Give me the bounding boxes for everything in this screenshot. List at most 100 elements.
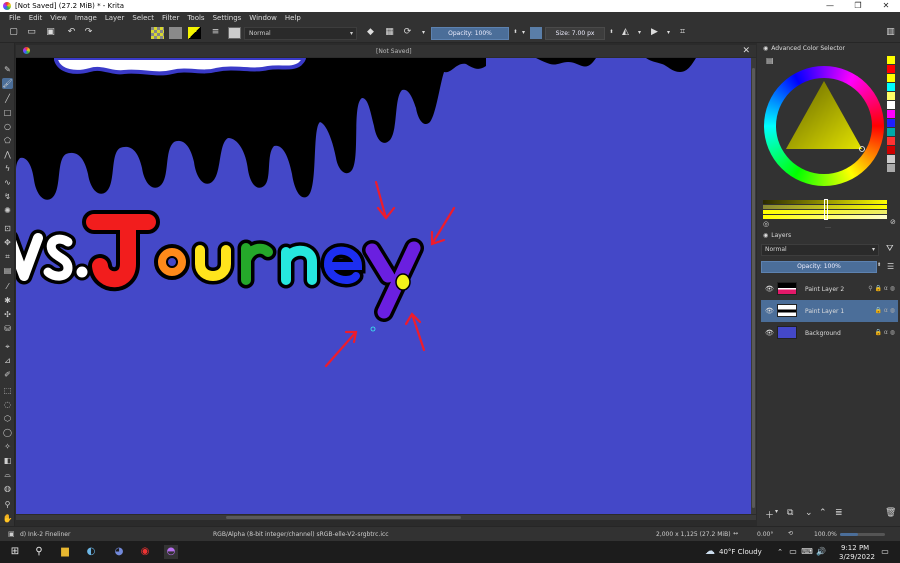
palette-swatch[interactable] — [887, 137, 895, 146]
palette-swatch[interactable] — [887, 83, 895, 92]
menu-tools[interactable]: Tools — [183, 14, 208, 22]
brush-preset-icon[interactable]: ▣ — [8, 530, 15, 538]
undo-icon[interactable]: ↶ — [66, 27, 77, 38]
fill-tool-icon[interactable]: ⛁ — [2, 323, 13, 334]
palette-swatch[interactable] — [887, 92, 895, 101]
layer-opacity-stepper-icon[interactable]: ⬍ — [877, 262, 881, 268]
similar-select-icon[interactable]: ◧ — [2, 455, 13, 466]
weather-cloud-icon[interactable]: ☁ — [703, 545, 717, 559]
color-reset-icon[interactable]: ◎ — [763, 220, 769, 228]
zoom-tool-icon[interactable]: ⚲ — [2, 499, 13, 510]
save-icon[interactable]: ▣ — [45, 27, 56, 38]
pattern-swatch[interactable] — [169, 27, 182, 39]
layers-lock-icon[interactable]: ◉ — [763, 232, 768, 239]
layer-row-paint-layer-1[interactable]: 👁 Paint Layer 1 🔒 α ◍ — [761, 300, 898, 322]
measure-tool-icon[interactable]: ⊿ — [2, 355, 13, 366]
palette-swatch[interactable] — [887, 101, 895, 110]
ellipse-tool-icon[interactable]: ○ — [2, 121, 13, 132]
bezier-tool-icon[interactable]: ϟ — [2, 163, 13, 174]
tray-app-icon[interactable]: ▭ — [786, 545, 800, 559]
workspace-chooser-icon[interactable]: ▥ — [885, 27, 896, 38]
hue-ring-triangle[interactable] — [763, 61, 885, 191]
layer-opacity-slider[interactable]: Opacity: 100% — [761, 261, 877, 273]
size-stepper-icon[interactable]: ⬍ — [606, 27, 617, 38]
polygon-select-icon[interactable]: ⬡ — [2, 413, 13, 424]
menu-window[interactable]: Window — [245, 14, 281, 22]
palette-swatch[interactable] — [887, 56, 895, 65]
ellipse-select-icon[interactable]: ◌ — [2, 399, 13, 410]
move-layer-down-icon[interactable]: ⌄ — [805, 508, 813, 518]
tray-overflow-icon[interactable]: ⌃ — [773, 545, 787, 559]
new-document-icon[interactable]: ▢ — [8, 27, 19, 38]
layer-flags-icons[interactable]: 🔒 α ◍ — [875, 307, 895, 314]
palette-swatch[interactable] — [887, 110, 895, 119]
chrome-icon[interactable]: ◉ — [138, 545, 152, 559]
palette-swatch[interactable] — [887, 155, 895, 164]
maximize-button[interactable]: ❐ — [844, 0, 872, 12]
gradient-tool-icon[interactable]: ▤ — [2, 265, 13, 276]
color-clear-icon[interactable]: ⊘ — [890, 218, 896, 226]
menu-edit[interactable]: Edit — [25, 14, 47, 22]
layer-filter-icon[interactable]: ⛛ — [886, 244, 894, 254]
reload-preset-icon[interactable]: ⟳ — [402, 27, 413, 38]
duplicate-layer-icon[interactable]: ⧉ — [787, 508, 793, 518]
clock-time[interactable]: 9:12 PM — [841, 544, 869, 552]
search-icon[interactable]: ⚲ — [32, 545, 46, 559]
fg-bg-color-swatch[interactable] — [188, 27, 201, 39]
palette-swatch[interactable] — [887, 128, 895, 137]
vertical-scroll-thumb[interactable] — [752, 68, 755, 508]
move-layer-up-icon[interactable]: ⌃ — [819, 508, 827, 518]
layer-flags-icons[interactable]: 🔒 α ◍ — [875, 329, 895, 336]
menu-view[interactable]: View — [46, 14, 71, 22]
layer-row-paint-layer-2[interactable]: 👁 Paint Layer 2 ⚲ 🔒 α ◍ — [761, 278, 898, 300]
panel-splitter-handle[interactable]: … — [825, 223, 831, 230]
smart-patch-icon[interactable]: ✣ — [2, 309, 13, 320]
krita-taskbar-icon[interactable]: ◓ — [164, 545, 178, 559]
menu-select[interactable]: Select — [128, 14, 158, 22]
volume-icon[interactable]: 🔊 — [814, 545, 828, 559]
close-document-icon[interactable]: ✕ — [742, 46, 750, 56]
open-document-icon[interactable]: ▭ — [26, 27, 37, 38]
reference-tool-icon[interactable]: ✐ — [2, 369, 13, 380]
canvas-horizontal-scrollbar[interactable] — [16, 515, 756, 520]
polyline-tool-icon[interactable]: ⋀ — [2, 149, 13, 160]
delete-layer-icon[interactable]: 🗑 — [885, 508, 896, 518]
assistant-tool-icon[interactable]: ⌖ — [2, 341, 13, 352]
pan-tool-icon[interactable]: ✋ — [2, 513, 13, 524]
steam-icon[interactable]: ◐ — [84, 545, 98, 559]
drawing-canvas[interactable] — [16, 58, 751, 514]
freehand-path-tool-icon[interactable]: ∿ — [2, 177, 13, 188]
menu-filter[interactable]: Filter — [158, 14, 183, 22]
visibility-eye-icon[interactable]: 👁 — [765, 307, 774, 315]
freehand-select-icon[interactable]: ◯ — [2, 427, 13, 438]
layer-properties-icon[interactable]: ≣ — [835, 508, 843, 518]
menu-file[interactable]: File — [5, 14, 25, 22]
opacity-menu-chevron-icon[interactable]: ▾ — [518, 27, 529, 38]
bezier-select-icon[interactable]: ⌓ — [2, 469, 13, 480]
transform-crop-icon[interactable]: ⌗ — [2, 251, 13, 262]
add-layer-menu-chevron-icon[interactable]: ▾ — [775, 508, 778, 515]
palette-swatch[interactable] — [887, 119, 895, 128]
palette-swatch[interactable] — [887, 164, 895, 173]
multibrush-tool-icon[interactable]: ✺ — [2, 205, 13, 216]
freehand-brush-tool-icon[interactable]: 🖌 — [2, 78, 13, 89]
add-layer-icon[interactable]: ＋ — [765, 508, 774, 521]
slider-marker[interactable] — [824, 199, 828, 220]
dynamic-brush-tool-icon[interactable]: ↯ — [2, 191, 13, 202]
redo-icon[interactable]: ↷ — [83, 27, 94, 38]
blend-mode-select[interactable]: Normal ▾ — [244, 27, 357, 40]
palette-swatch[interactable] — [887, 74, 895, 83]
polygon-tool-icon[interactable]: ⬠ — [2, 135, 13, 146]
minimize-button[interactable]: — — [816, 0, 844, 12]
magnetic-select-icon[interactable]: ◍ — [2, 483, 13, 494]
horizontal-scroll-thumb[interactable] — [226, 516, 461, 519]
mirror-vertical-icon[interactable]: ▶ — [649, 27, 660, 38]
menu-settings[interactable]: Settings — [209, 14, 246, 22]
preserve-alpha-icon[interactable]: ▦ — [384, 27, 395, 38]
discord-icon[interactable]: ◕ — [112, 545, 126, 559]
brush-preset-thumbnail[interactable] — [228, 27, 241, 39]
mirror-menu-chevron-icon[interactable]: ▾ — [634, 27, 645, 38]
layer-flags-icons[interactable]: ⚲ 🔒 α ◍ — [868, 285, 895, 292]
transform-tool-icon[interactable]: ✎ — [2, 64, 13, 75]
rotation-reset-icon[interactable]: ⟲ — [788, 530, 793, 537]
